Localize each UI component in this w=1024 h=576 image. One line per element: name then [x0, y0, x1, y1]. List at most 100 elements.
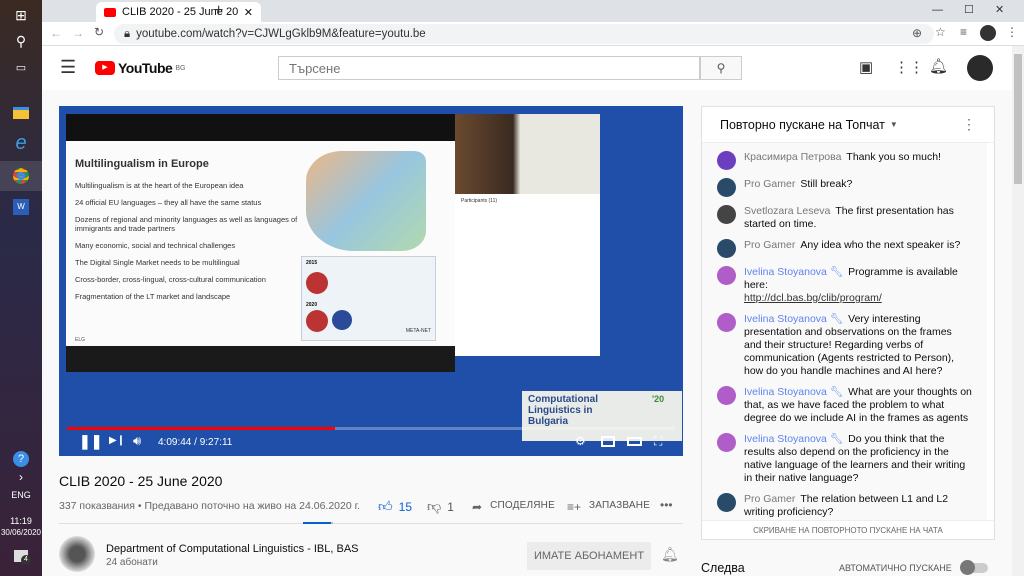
author-avatar[interactable] — [717, 205, 736, 224]
youtube-logo[interactable]: ▶ YouTube BG — [95, 60, 185, 76]
media-queue-icon[interactable]: ≡ — [960, 25, 967, 39]
miniplayer-icon[interactable] — [601, 436, 615, 447]
bookmark-star-icon[interactable]: ☆ — [935, 25, 946, 39]
hamburger-menu-icon[interactable]: ☰ — [60, 57, 76, 78]
share-button[interactable]: ➦ СПОДЕЛЯНЕ — [472, 500, 555, 514]
forward-icon[interactable]: → — [72, 26, 84, 40]
clock-date[interactable]: 30/06/2020 — [0, 528, 42, 537]
toggle-knob — [960, 560, 975, 575]
browser-menu-icon[interactable]: ⋮ — [1006, 25, 1018, 39]
notifications-bell-icon[interactable]: 🔔︎ — [929, 57, 948, 75]
brand-line: Bulgaria — [528, 416, 569, 427]
dislike-button[interactable]: 👎︎ 1 — [427, 498, 454, 515]
author-name[interactable]: Pro Gamer — [744, 239, 795, 251]
theater-mode-icon[interactable] — [627, 437, 642, 446]
zoom-icon[interactable]: ⊕ — [912, 26, 922, 40]
save-button[interactable]: ≡+ ЗАПАЗВАНЕ — [567, 500, 650, 514]
more-actions-icon[interactable]: ••• — [660, 498, 673, 512]
like-button[interactable]: 👍︎ 15 — [378, 498, 412, 515]
search-input[interactable] — [278, 56, 700, 80]
region-code: BG — [175, 64, 186, 72]
author-avatar[interactable] — [717, 386, 736, 405]
scrollbar-thumb[interactable] — [1014, 54, 1022, 184]
author-name-text: Ivelina Stoyanova — [744, 433, 827, 445]
author-name[interactable]: Pro Gamer — [744, 178, 795, 190]
language-indicator[interactable]: ENG — [0, 490, 42, 500]
chat-mode-select[interactable]: Повторно пускане на Топчат — [720, 118, 885, 132]
channel-avatar[interactable] — [59, 536, 95, 572]
subscriber-count: 24 абонати — [106, 557, 158, 568]
brand-line: Linguistics in — [528, 405, 593, 416]
author-name[interactable]: Красимира Петрова — [744, 151, 841, 163]
subscribed-button[interactable]: ИМАТЕ АБОНАМЕНТ — [527, 542, 651, 570]
account-avatar[interactable] — [967, 55, 993, 81]
author-name[interactable]: Pro Gamer — [744, 493, 795, 505]
autoplay-toggle[interactable] — [960, 560, 988, 575]
progress-played — [67, 427, 335, 430]
like-count: 15 — [398, 499, 412, 514]
slide-bullets: Multilingualism is at the heart of the E… — [75, 181, 305, 309]
digital-single-market-chart-image: 2015 2020 META-NET — [301, 256, 436, 341]
message-link[interactable]: http://dcl.bas.bg/clib/program/ — [744, 292, 972, 305]
clock-time[interactable]: 11:19 — [0, 516, 42, 526]
participants-panel: Participants (11) — [455, 194, 600, 356]
notification-bell-icon[interactable]: 🔔︎ — [661, 546, 679, 563]
volume-icon[interactable]: 🔊︎ — [133, 433, 141, 449]
slide-bullet: Many economic, social and technical chal… — [75, 241, 236, 250]
window-controls[interactable]: — ☐ ✕ — [932, 3, 1004, 16]
next-icon[interactable]: ▶❙ — [109, 435, 125, 446]
url-field[interactable]: 🔒︎ youtube.com/watch?v=CJWLgGklb9M&featur… — [114, 24, 934, 44]
browser-tab-bar: CLIB 2020 - 25 June 2020 - YouTu ✕ + — ☐… — [42, 0, 1024, 22]
video-meta: 337 показвания • Предавано поточно на жи… — [59, 500, 361, 512]
settings-gear-icon[interactable]: ⚙ — [575, 434, 586, 448]
page-scrollbar[interactable] — [1012, 46, 1024, 576]
file-explorer-icon[interactable] — [0, 98, 42, 128]
slide-bottom-bar — [66, 346, 455, 372]
chat-menu-icon[interactable]: ⋮ — [962, 116, 976, 133]
browser-tab[interactable]: CLIB 2020 - 25 June 2020 - YouTu ✕ — [96, 2, 261, 22]
reload-icon[interactable]: ↻ — [94, 25, 104, 39]
apps-grid-icon[interactable]: ⋮⋮ — [894, 58, 924, 76]
video-player[interactable]: Multilingualism in Europe Multilingualis… — [59, 106, 683, 456]
back-icon[interactable]: ← — [50, 26, 62, 40]
author-avatar[interactable] — [717, 266, 736, 285]
author-name[interactable]: Ivelina Stoyanova 🔧︎ — [744, 266, 843, 278]
author-avatar[interactable] — [717, 313, 736, 332]
author-name[interactable]: Ivelina Stoyanova 🔧︎ — [744, 313, 843, 325]
search-button[interactable]: ⚲ — [700, 56, 742, 80]
new-tab-button[interactable]: + — [214, 2, 223, 20]
author-avatar[interactable] — [717, 493, 736, 512]
author-name[interactable]: Ivelina Stoyanova 🔧︎ — [744, 386, 843, 398]
author-name-text: Ivelina Stoyanova — [744, 313, 827, 325]
author-avatar[interactable] — [717, 433, 736, 452]
author-name[interactable]: Svetlozara Leseva — [744, 205, 830, 217]
internet-explorer-icon[interactable]: e — [0, 128, 42, 158]
word-icon[interactable]: W — [0, 192, 42, 222]
hide-chat-button[interactable]: СКРИВАНЕ НА ПОВТОРНОТО ПУСКАНЕ НА ЧАТА — [702, 520, 994, 540]
share-label: СПОДЕЛЯНЕ — [490, 500, 555, 511]
participants-title: Participants (11) — [461, 198, 498, 204]
author-avatar[interactable] — [717, 151, 736, 170]
chrome-icon[interactable] — [0, 161, 42, 191]
author-name[interactable]: Ivelina Stoyanova 🔧︎ — [744, 433, 843, 445]
progress-bar[interactable] — [67, 427, 675, 430]
create-video-icon[interactable]: ▣ — [859, 58, 873, 76]
close-tab-icon[interactable]: ✕ — [244, 6, 253, 19]
task-view-icon[interactable]: ▭ — [0, 52, 42, 82]
pause-icon[interactable]: ❚❚ — [79, 433, 102, 450]
dislike-count: 1 — [447, 499, 454, 514]
dropdown-arrow-icon[interactable]: ▼ — [890, 120, 898, 129]
thumbs-up-icon: 👍︎ — [378, 498, 393, 514]
chevron-right-icon[interactable]: › — [0, 462, 42, 492]
channel-name[interactable]: Department of Computational Linguistics … — [106, 543, 359, 555]
divider — [59, 523, 683, 524]
chat-header[interactable]: Повторно пускане на Топчат ▼ ⋮ — [702, 107, 994, 143]
notification-icon[interactable]: 4 — [14, 550, 31, 565]
author-avatar[interactable] — [717, 178, 736, 197]
fullscreen-icon[interactable]: ⛶ — [654, 434, 662, 449]
author-name-text: Pro Gamer — [744, 493, 796, 505]
save-label: ЗАПАЗВАНЕ — [589, 500, 651, 511]
profile-avatar[interactable] — [980, 25, 996, 41]
author-avatar[interactable] — [717, 239, 736, 258]
chat-message: Ivelina Stoyanova 🔧︎ What are your though… — [702, 382, 987, 429]
